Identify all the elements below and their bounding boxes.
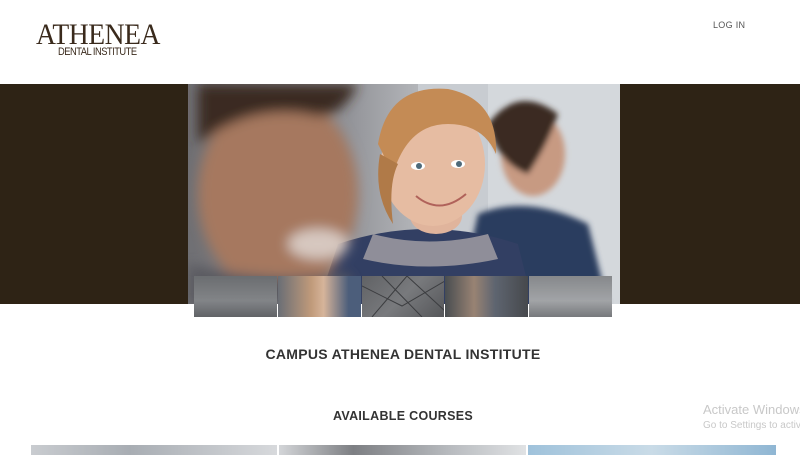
course-card[interactable] [528, 445, 776, 455]
available-courses-heading: AVAILABLE COURSES [332, 409, 474, 423]
course-card[interactable] [279, 445, 526, 455]
slide-thumbnail-active[interactable] [277, 276, 361, 317]
hero-photo-illustration [188, 84, 620, 304]
hero-slide-image [188, 84, 620, 304]
watermark-title: Activate Windows [703, 402, 800, 417]
campus-title: CAMPUS ATHENEA DENTAL INSTITUTE [265, 346, 541, 362]
slide-thumbnail[interactable] [194, 276, 277, 317]
course-card[interactable] [31, 445, 277, 455]
activate-windows-watermark: Activate Windows Go to Settings to activ… [703, 402, 800, 431]
logo-subtitle: DENTAL INSTITUTE [58, 46, 137, 58]
slide-thumbnail[interactable] [529, 276, 612, 317]
login-link[interactable]: LOG IN [713, 20, 745, 30]
watermark-subtitle: Go to Settings to activate Windows. [703, 420, 800, 431]
slide-thumbnail[interactable] [445, 276, 529, 317]
site-header: ATHENEA DENTAL INSTITUTE LOG IN [0, 0, 800, 84]
course-cards-row [31, 445, 776, 455]
athenea-logo[interactable]: ATHENEA DENTAL INSTITUTE [36, 20, 160, 62]
slide-thumbnails [194, 276, 612, 317]
slide-thumbnail[interactable] [361, 276, 445, 317]
